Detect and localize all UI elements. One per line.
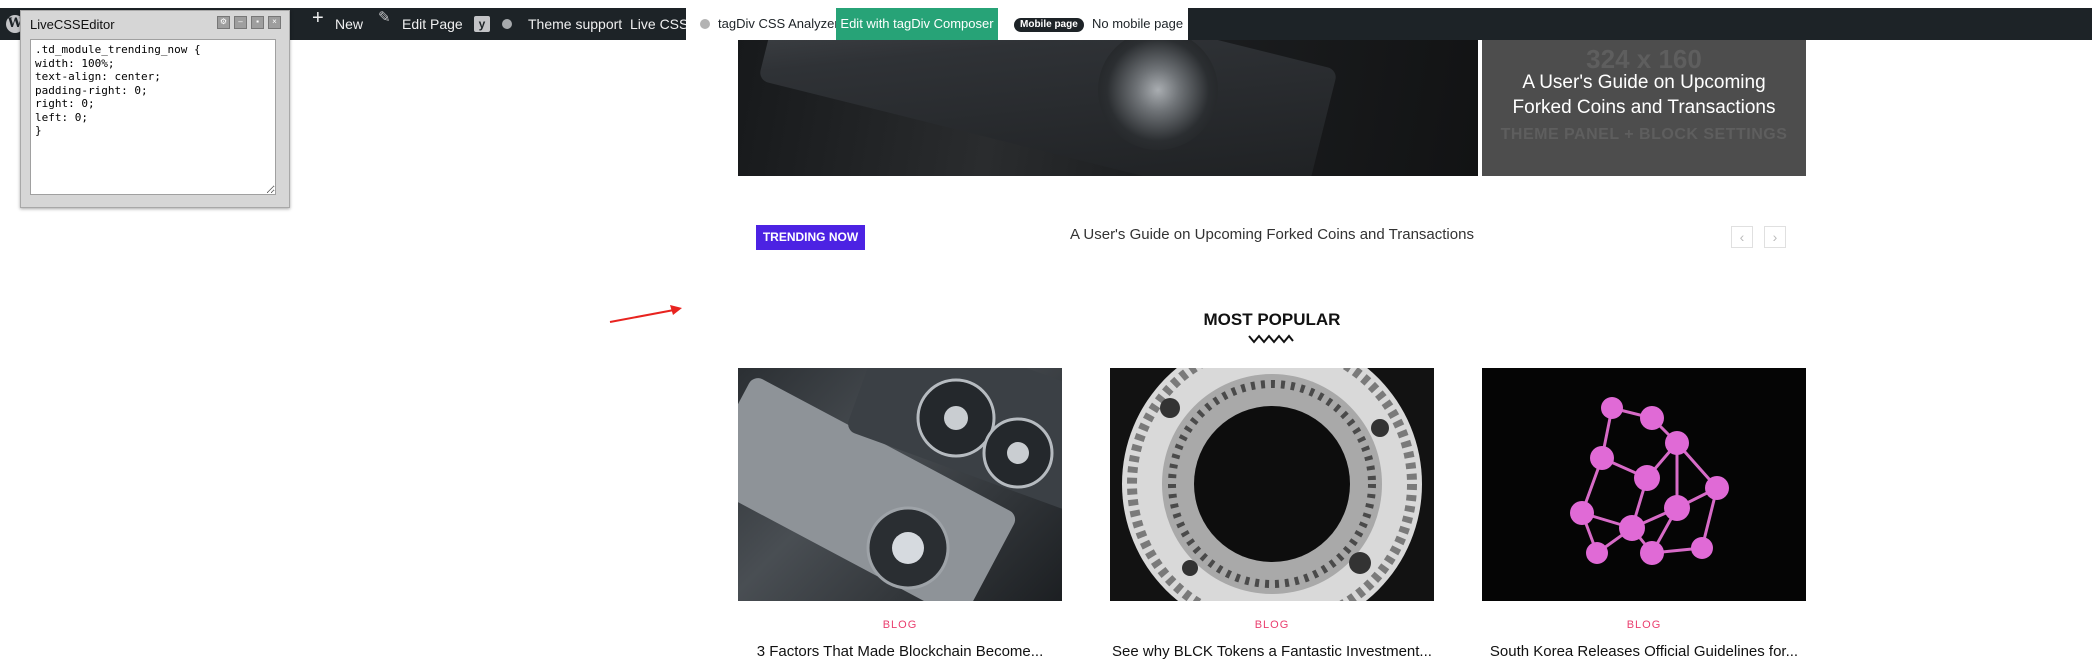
edit-with-composer-button[interactable]: Edit with tagDiv Composer <box>836 8 998 40</box>
save-icon[interactable]: ▪ <box>251 16 264 29</box>
trending-next-button[interactable]: › <box>1764 226 1786 248</box>
hero-image-gpu[interactable] <box>738 40 1478 176</box>
trending-prev-button[interactable]: ‹ <box>1731 226 1753 248</box>
trending-now-badge: TRENDING NOW <box>756 225 865 250</box>
pencil-icon[interactable]: ✎ <box>378 8 391 26</box>
admin-bar: W + New ✎ Edit Page y Theme support Live… <box>0 7 2092 40</box>
post-image-molecule[interactable] <box>1482 368 1806 601</box>
hero-placeholder-card[interactable]: 324 x 160 THEME PANEL + BLOCK SETTINGS A… <box>1482 40 1806 176</box>
post-category[interactable]: BLOG <box>738 619 1062 631</box>
red-annotation-arrow-icon <box>609 305 682 323</box>
editor-title: LiveCSSEditor <box>30 17 115 32</box>
status-dot-icon <box>700 19 710 29</box>
edit-page-link[interactable]: Edit Page <box>402 8 463 40</box>
mobile-page-badge: Mobile page <box>1014 18 1084 32</box>
close-icon[interactable]: × <box>268 16 281 29</box>
live-css-editor-window[interactable]: LiveCSSEditor ⚙ – ▪ × .td_module_trendin… <box>20 10 290 208</box>
css-code-textarea[interactable]: .td_module_trending_now { width: 100%; t… <box>30 39 276 195</box>
post-title[interactable]: 3 Factors That Made Blockchain Become... <box>738 643 1062 660</box>
squiggle-divider-icon <box>1248 334 1294 344</box>
new-menu-item[interactable]: New <box>335 8 363 40</box>
live-css-link[interactable]: Live CSS <box>630 8 688 40</box>
hero-post-title[interactable]: A User's Guide on Upcoming Forked Coins … <box>1492 70 1796 120</box>
settings-icon[interactable]: ⚙ <box>217 16 230 29</box>
most-popular-heading: MOST POPULAR <box>1203 310 1341 329</box>
post-category[interactable]: BLOG <box>1110 619 1434 631</box>
post-category[interactable]: BLOG <box>1482 619 1806 631</box>
mobile-page-item[interactable]: Mobile page No mobile page <box>998 8 1188 40</box>
no-mobile-page-label: No mobile page <box>1092 16 1184 31</box>
css-analyzer-item[interactable]: tagDiv CSS Analyzer <box>686 8 839 40</box>
gpu-illustration <box>758 40 1338 176</box>
post-title[interactable]: South Korea Releases Official Guidelines… <box>1482 643 1806 660</box>
placeholder-subtitle: THEME PANEL + BLOCK SETTINGS <box>1500 126 1788 143</box>
css-analyzer-label: tagDiv CSS Analyzer <box>718 16 839 31</box>
yoast-icon[interactable]: y <box>474 16 490 32</box>
trending-post-title[interactable]: A User's Guide on Upcoming Forked Coins … <box>1040 226 1504 243</box>
post-image-xray-lens[interactable] <box>1110 368 1434 601</box>
post-image-graphics-card[interactable] <box>738 368 1062 601</box>
status-dot-icon <box>502 19 512 29</box>
plus-icon[interactable]: + <box>312 7 324 30</box>
post-title[interactable]: See why BLCK Tokens a Fantastic Investme… <box>1110 643 1434 660</box>
theme-support-link[interactable]: Theme support <box>528 8 622 40</box>
minimize-icon[interactable]: – <box>234 16 247 29</box>
